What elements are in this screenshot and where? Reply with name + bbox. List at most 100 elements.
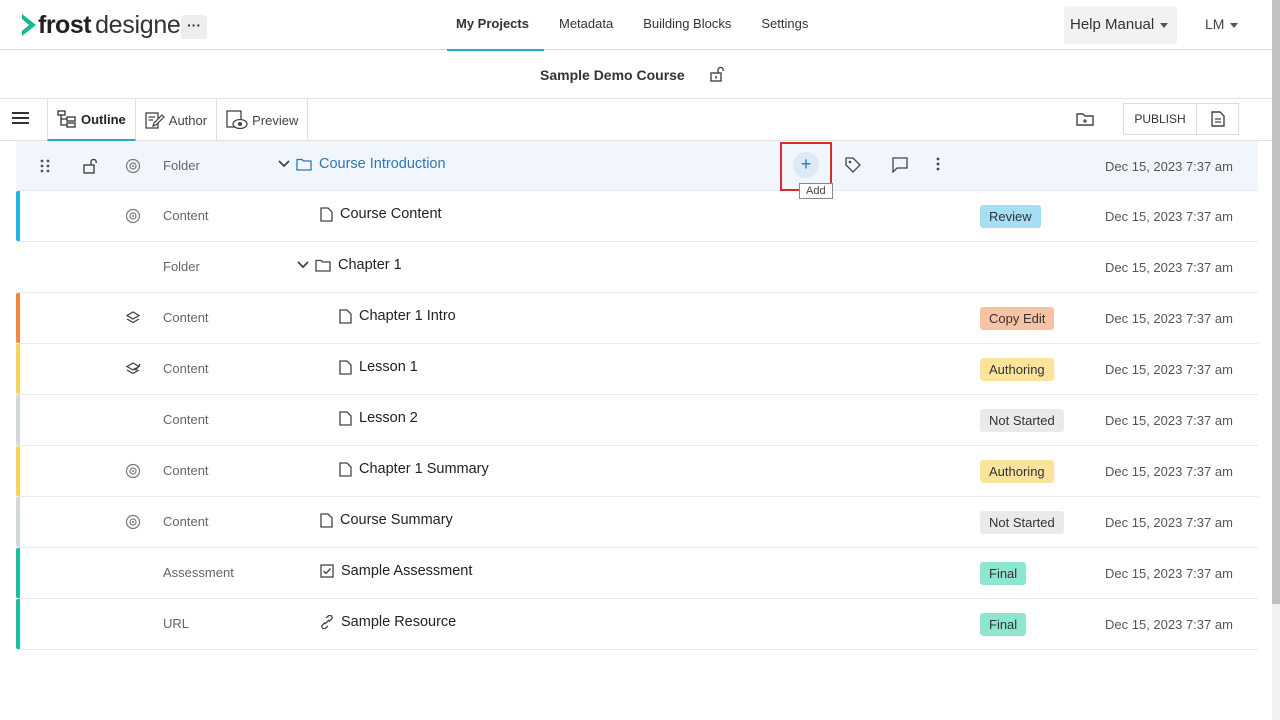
folder-icon: [296, 158, 312, 171]
outline-list: Folder Course Introduction + Dec 15, 202…: [16, 141, 1258, 650]
tab-preview-label: Preview: [252, 112, 299, 128]
item-name-label: Course Introduction: [319, 156, 446, 172]
nav-tab-metadata[interactable]: Metadata: [544, 0, 628, 50]
workflow-gear-icon[interactable]: [125, 514, 141, 530]
document-icon: [320, 512, 333, 528]
tab-preview[interactable]: Preview: [217, 99, 309, 141]
outline-tree-icon: [57, 110, 76, 128]
item-type: Assessment: [163, 565, 234, 580]
outline-row[interactable]: Assessment Sample Assessment Final Dec 1…: [16, 548, 1258, 599]
item-name[interactable]: Lesson 2: [339, 410, 418, 426]
item-name[interactable]: Chapter 1 Summary: [339, 461, 489, 477]
item-name[interactable]: Sample Assessment: [320, 563, 472, 579]
folder-icon: [315, 259, 331, 272]
view-tabs: Outline Author Preview: [47, 99, 309, 141]
item-name[interactable]: Course Summary: [320, 512, 453, 528]
tag-icon[interactable]: [845, 157, 861, 173]
outline-row[interactable]: Content Lesson 1 Authoring Dec 15, 2023 …: [16, 344, 1258, 395]
nav-tab-settings[interactable]: Settings: [746, 0, 823, 50]
outline-row[interactable]: Folder Chapter 1 Dec 15, 2023 7:37 am: [16, 242, 1258, 293]
outline-row[interactable]: Content Course Content Review Dec 15, 20…: [16, 191, 1258, 242]
item-name-label: Chapter 1 Intro: [359, 308, 456, 324]
help-manual-button[interactable]: Help Manual: [1064, 6, 1177, 44]
workflow-gear-icon[interactable]: [125, 208, 141, 224]
folder-upload-icon[interactable]: [1076, 111, 1094, 127]
item-name[interactable]: Chapter 1 Intro: [339, 308, 456, 324]
modified-date: Dec 15, 2023 7:37 am: [1105, 311, 1233, 326]
user-menu-button[interactable]: LM: [1205, 16, 1239, 32]
tab-author[interactable]: Author: [136, 99, 218, 141]
outline-row[interactable]: Content Lesson 2 Not Started Dec 15, 202…: [16, 395, 1258, 446]
nav-tab-building-blocks[interactable]: Building Blocks: [628, 0, 746, 50]
checkbox-icon: [320, 564, 334, 578]
scrollbar-thumb[interactable]: [1272, 0, 1280, 604]
status-badge[interactable]: Final: [980, 562, 1027, 585]
modified-date: Dec 15, 2023 7:37 am: [1105, 515, 1233, 530]
outline-row[interactable]: Folder Course Introduction + Dec 15, 202…: [16, 141, 1258, 191]
modified-date: Dec 15, 2023 7:37 am: [1105, 260, 1233, 275]
publish-button[interactable]: PUBLISH: [1123, 103, 1197, 135]
layers-check-icon[interactable]: [125, 361, 141, 377]
user-initials: LM: [1205, 16, 1225, 32]
status-badge[interactable]: Not Started: [980, 511, 1064, 534]
chevron-down-icon[interactable]: [297, 261, 309, 269]
hamburger-menu-icon[interactable]: [12, 112, 29, 126]
add-tooltip: Add: [799, 183, 833, 199]
layers-icon[interactable]: [125, 310, 141, 326]
item-name[interactable]: Course Content: [320, 206, 442, 222]
status-badge[interactable]: Not Started: [980, 409, 1064, 432]
item-type: Folder: [163, 259, 200, 274]
document-button[interactable]: [1197, 103, 1239, 135]
workflow-gear-icon[interactable]: [125, 463, 141, 479]
help-manual-label: Help Manual: [1070, 16, 1155, 33]
outline-row[interactable]: URL Sample Resource Final Dec 15, 2023 7…: [16, 599, 1258, 650]
item-name-label: Course Content: [340, 206, 442, 222]
unlock-icon[interactable]: [709, 66, 725, 82]
view-toolbar: Outline Author Preview PUBLISH: [0, 99, 1272, 141]
item-name[interactable]: Course Introduction: [278, 156, 446, 172]
item-type: URL: [163, 616, 190, 631]
modified-date: Dec 15, 2023 7:37 am: [1105, 362, 1233, 377]
document-icon: [339, 410, 352, 426]
status-badge[interactable]: Authoring: [980, 460, 1054, 483]
comment-icon[interactable]: [892, 157, 908, 173]
status-badge[interactable]: Final: [980, 613, 1027, 636]
status-badge[interactable]: Copy Edit: [980, 307, 1055, 330]
modified-date: Dec 15, 2023 7:37 am: [1105, 566, 1233, 581]
item-type: Content: [163, 310, 209, 325]
item-type: Content: [163, 412, 209, 427]
modified-date: Dec 15, 2023 7:37 am: [1105, 413, 1233, 428]
tab-outline[interactable]: Outline: [47, 99, 136, 141]
frost-designer-logo[interactable]: frost designer: [22, 11, 189, 39]
document-icon: [339, 308, 352, 324]
status-stripe: [16, 191, 20, 241]
item-name[interactable]: Chapter 1: [297, 257, 402, 273]
workflow-gear-icon[interactable]: [125, 158, 141, 174]
add-button[interactable]: +: [793, 152, 819, 178]
item-name[interactable]: Sample Resource: [320, 614, 456, 630]
item-type: Content: [163, 514, 209, 529]
logo-light-text: designer: [95, 10, 189, 39]
item-name-label: Lesson 1: [359, 359, 418, 375]
more-menu-button[interactable]: ···: [181, 15, 207, 39]
item-name[interactable]: Lesson 1: [339, 359, 418, 375]
logo-chevron-icon: [22, 14, 36, 36]
item-name-label: Lesson 2: [359, 410, 418, 426]
drag-handle-icon[interactable]: [40, 159, 50, 173]
nav-tab-my-projects[interactable]: My Projects: [441, 0, 544, 51]
link-icon: [321, 615, 333, 629]
outline-row[interactable]: Content Chapter 1 Intro Copy Edit Dec 15…: [16, 293, 1258, 344]
more-vertical-icon[interactable]: [936, 157, 940, 171]
outline-row[interactable]: Content Chapter 1 Summary Authoring Dec …: [16, 446, 1258, 497]
course-title: Sample Demo Course: [540, 67, 685, 83]
item-name-label: Chapter 1 Summary: [359, 461, 489, 477]
status-badge[interactable]: Authoring: [980, 358, 1054, 381]
status-badge[interactable]: Review: [980, 205, 1041, 228]
unlock-icon[interactable]: [83, 158, 99, 174]
item-type: Content: [163, 208, 209, 223]
caret-down-icon: [1160, 22, 1169, 28]
caret-down-icon: [1230, 22, 1239, 28]
modified-date: Dec 15, 2023 7:37 am: [1105, 209, 1233, 224]
chevron-down-icon[interactable]: [278, 160, 290, 168]
outline-row[interactable]: Content Course Summary Not Started Dec 1…: [16, 497, 1258, 548]
